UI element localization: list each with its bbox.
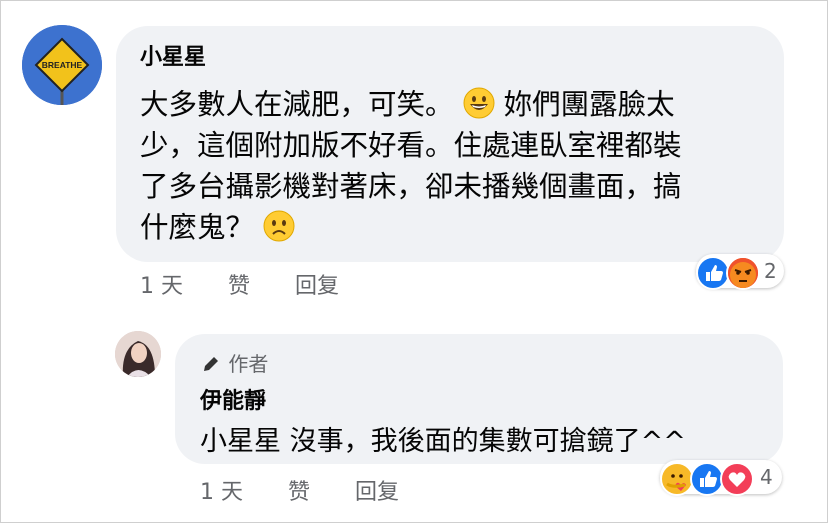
care-icon	[660, 462, 694, 496]
reaction-count: 2	[764, 259, 777, 283]
avatar[interactable]: BREATHE	[22, 25, 102, 105]
reply-author[interactable]: 伊能靜	[200, 383, 266, 415]
reply-actions: 1 天 赞 回复	[200, 474, 437, 506]
reply-body: 沒事，我後面的集數可搶鏡了^^	[289, 426, 686, 457]
like-icon	[690, 462, 724, 496]
author-badge-label: 作者	[228, 352, 269, 376]
comment-text-line3: 了多台攝影機對著床，卻未播幾個畫面，搞	[140, 170, 682, 203]
avatar-text: BREATHE	[42, 60, 83, 70]
comment-text-line1: 大多數人在減肥，可笑。	[140, 88, 454, 121]
comment-text-line2: 少，這個附加版不好看。住處連臥室裡都裝	[140, 129, 682, 162]
breathe-sign-icon: BREATHE	[22, 25, 102, 105]
like-button[interactable]: 赞	[288, 474, 310, 506]
pen-icon	[204, 357, 218, 371]
comment-text: 大多數人在減肥，可笑。 妳們團露臉太 少，這個附加版不好看。住處連臥室裡都裝 了…	[140, 84, 770, 248]
reply-button[interactable]: 回复	[355, 474, 399, 506]
comment-timestamp[interactable]: 1 天	[140, 268, 183, 300]
author-badge: 作者	[200, 348, 268, 377]
slightly-frowning-emoji-icon	[263, 210, 295, 242]
love-icon	[720, 462, 754, 496]
like-button[interactable]: 赞	[228, 268, 250, 300]
reply-timestamp[interactable]: 1 天	[200, 474, 243, 506]
grinning-emoji-icon	[463, 87, 495, 119]
reaction-count: 4	[760, 465, 773, 489]
reply-reaction-summary[interactable]: 4	[660, 460, 782, 496]
comment-text-line1b: 妳們團露臉太	[503, 88, 675, 121]
reply-avatar[interactable]	[115, 331, 161, 377]
reaction-summary[interactable]: 2	[696, 254, 784, 290]
mention-link[interactable]: 小星星	[200, 426, 281, 457]
reply-text: 小星星 沒事，我後面的集數可搶鏡了^^	[200, 419, 686, 458]
profile-photo	[115, 331, 161, 377]
comment-author[interactable]: 小星星	[140, 39, 206, 71]
angry-icon	[726, 256, 760, 290]
reply-button[interactable]: 回复	[295, 268, 339, 300]
comment-text-line4: 什麼鬼？	[140, 211, 255, 244]
comment-actions: 1 天 赞 回复	[140, 268, 377, 300]
like-icon	[696, 256, 730, 290]
